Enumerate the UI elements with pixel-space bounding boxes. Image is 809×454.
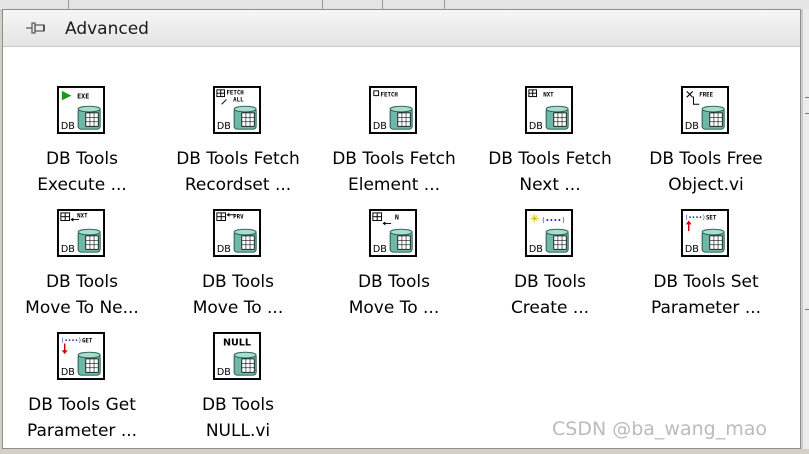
free-object-icon[interactable]: ✕ FREE DB bbox=[681, 86, 729, 134]
palette-item-caption: DB Tools Create ... bbox=[470, 269, 630, 321]
toolbar-segment bbox=[68, 0, 323, 9]
svg-text:DB: DB bbox=[217, 367, 231, 378]
svg-text:PRV: PRV bbox=[233, 215, 244, 221]
svg-text:N: N bbox=[395, 214, 399, 222]
caption-line-1: DB Tools Set bbox=[653, 272, 759, 292]
svg-text:DB: DB bbox=[373, 121, 387, 132]
caption-line-2: Object.vi bbox=[668, 175, 744, 195]
caption-line-1: DB Tools bbox=[45, 272, 119, 292]
svg-text:DB: DB bbox=[217, 244, 231, 255]
palette-item-caption: DB Tools Move To ... bbox=[314, 269, 474, 321]
caption-line-2: Create ... bbox=[510, 298, 590, 318]
svg-text:DB: DB bbox=[685, 121, 699, 132]
caption-line-1: DB Tools bbox=[357, 272, 431, 292]
create-parameter-icon[interactable]: ✳ (••••) DB bbox=[525, 209, 573, 257]
palette-item-caption: DB Tools Set Parameter ... bbox=[626, 269, 786, 321]
caption-line-1: DB Tools Fetch bbox=[488, 149, 612, 169]
move-to-next-icon[interactable]: NXT DB bbox=[57, 209, 105, 257]
caption-line-2: Execute ... bbox=[37, 175, 127, 195]
caption-line-2: Element ... bbox=[348, 175, 440, 195]
caption-line-1: DB Tools bbox=[201, 395, 275, 415]
background-window-edge bbox=[802, 9, 809, 449]
svg-text:FETCH: FETCH bbox=[226, 91, 244, 97]
pin-icon[interactable] bbox=[25, 20, 47, 36]
toolbar-segment bbox=[382, 0, 445, 9]
watermark: CSDN @ba_wang_mao bbox=[552, 418, 767, 440]
palette-item-caption: DB Tools Fetch Element ... bbox=[314, 146, 474, 198]
svg-text:FREE: FREE bbox=[699, 93, 713, 99]
palette-item-caption: DB Tools Fetch Recordset ... bbox=[158, 146, 318, 198]
caption-line-1: DB Tools bbox=[201, 272, 275, 292]
caption-line-1: DB Tools Fetch bbox=[332, 149, 456, 169]
caption-line-1: DB Tools bbox=[45, 149, 119, 169]
caption-line-2: Move To ... bbox=[348, 298, 440, 318]
svg-text:FETCH: FETCH bbox=[381, 93, 399, 99]
fetch-element-icon[interactable]: FETCH DB bbox=[369, 86, 417, 134]
caption-line-2: Next ... bbox=[519, 175, 581, 195]
get-parameter-icon[interactable]: (••••) GET DB bbox=[57, 332, 105, 380]
svg-text:DB: DB bbox=[61, 244, 75, 255]
caption-line-1: DB Tools Get bbox=[28, 395, 136, 415]
palette-item-caption: DB Tools NULL.vi bbox=[158, 392, 318, 444]
svg-text:ALL: ALL bbox=[233, 97, 244, 103]
svg-text:GET: GET bbox=[82, 339, 93, 345]
svg-text:(••••): (••••) bbox=[541, 216, 565, 224]
palette-item-caption: DB Tools Fetch Next ... bbox=[470, 146, 630, 198]
svg-text:DB: DB bbox=[529, 121, 543, 132]
palette-item-caption: DB Tools Free Object.vi bbox=[626, 146, 786, 198]
caption-line-1: DB Tools Fetch bbox=[176, 149, 300, 169]
fetch-next-icon[interactable]: NXT DB bbox=[525, 86, 573, 134]
svg-text:DB: DB bbox=[685, 244, 699, 255]
caption-line-1: DB Tools bbox=[513, 272, 587, 292]
svg-text:DB: DB bbox=[217, 121, 231, 132]
move-to-previous-icon[interactable]: PRV DB bbox=[213, 209, 261, 257]
move-to-n-icon[interactable]: N DB bbox=[369, 209, 417, 257]
caption-line-2: Recordset ... bbox=[184, 175, 292, 195]
caption-line-2: Parameter ... bbox=[650, 298, 762, 318]
svg-text:NULL: NULL bbox=[223, 337, 251, 348]
caption-line-1: DB Tools Free bbox=[649, 149, 763, 169]
toolbar-segment bbox=[0, 0, 69, 9]
palette-header: Advanced bbox=[3, 10, 800, 47]
svg-text:NXT: NXT bbox=[543, 93, 554, 99]
svg-text:DB: DB bbox=[61, 121, 75, 132]
svg-text:✳: ✳ bbox=[530, 211, 540, 225]
toolbar-segment bbox=[322, 0, 383, 9]
fetch-recordset-icon[interactable]: FETCH ALL DB bbox=[213, 86, 261, 134]
caption-line-2: NULL.vi bbox=[205, 421, 271, 441]
svg-text:SET: SET bbox=[706, 216, 717, 222]
svg-text:NXT: NXT bbox=[77, 214, 88, 220]
execute-icon[interactable]: EXE DB bbox=[57, 86, 105, 134]
svg-text:DB: DB bbox=[61, 367, 75, 378]
svg-text:DB: DB bbox=[529, 244, 543, 255]
palette-item-caption: DB Tools Get Parameter ... bbox=[2, 392, 162, 444]
svg-text:(••••): (••••) bbox=[685, 216, 706, 222]
caption-line-2: Move To Ne... bbox=[25, 298, 139, 318]
palette-item-caption: DB Tools Execute ... bbox=[2, 146, 162, 198]
palette-item-caption: DB Tools Move To ... bbox=[158, 269, 318, 321]
null-icon[interactable]: NULL DB bbox=[213, 332, 261, 380]
palette-item-caption: DB Tools Move To Ne... bbox=[2, 269, 162, 321]
caption-line-2: Move To ... bbox=[192, 298, 284, 318]
caption-line-2: Parameter ... bbox=[26, 421, 138, 441]
svg-text:DB: DB bbox=[373, 244, 387, 255]
set-parameter-icon[interactable]: (••••) SET DB bbox=[681, 209, 729, 257]
palette-title: Advanced bbox=[65, 19, 149, 39]
svg-text:EXE: EXE bbox=[77, 93, 89, 101]
